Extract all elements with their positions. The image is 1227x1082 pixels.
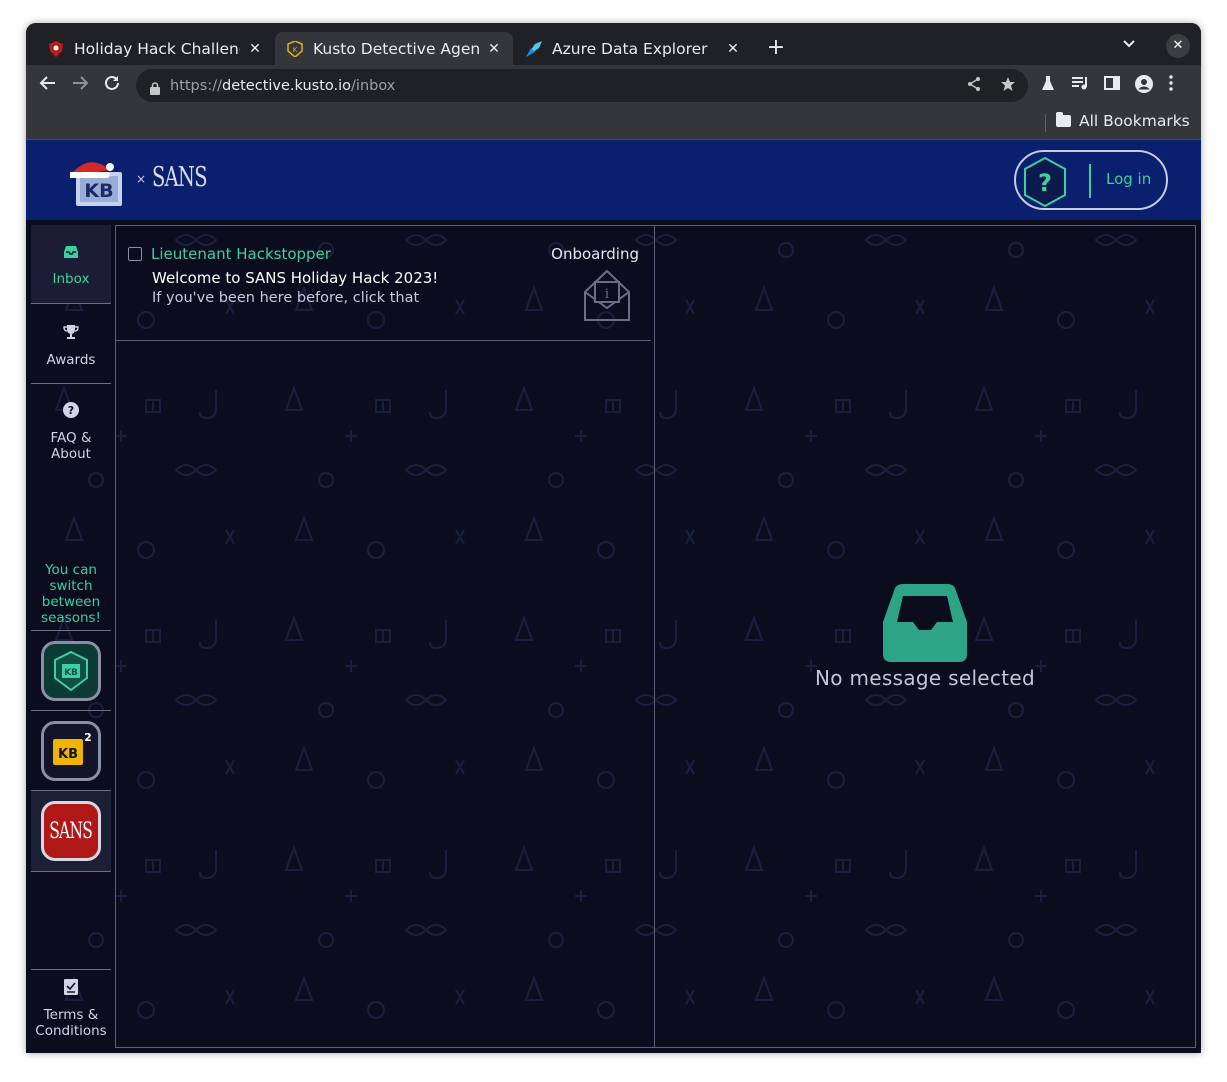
browser-toolbar: https://detective.kusto.io/inbox: [26, 65, 1201, 106]
more-menu-icon[interactable]: [1168, 75, 1174, 97]
folder-icon: [1056, 112, 1071, 127]
tab-title: Kusto Detective Agency: [313, 39, 479, 58]
sidebar-item-label: Inbox: [52, 271, 90, 287]
azure-data-explorer-favicon-icon: [526, 40, 542, 57]
share-icon[interactable]: [966, 76, 982, 96]
all-bookmarks-button[interactable]: All Bookmarks: [1056, 112, 1190, 130]
sidebar-divider: [31, 630, 111, 631]
empty-state: No message selected: [655, 584, 1195, 690]
tab-kusto[interactable]: K Kusto Detective Agency ✕: [275, 32, 513, 65]
page-content: KB × SANS ? Log in Inbox Awards ? FAQ & …: [26, 140, 1201, 1053]
bookmarks-separator: [1045, 114, 1046, 132]
address-bar[interactable]: https://detective.kusto.io/inbox: [136, 69, 1028, 102]
help-button[interactable]: ?: [1021, 156, 1069, 208]
terms-label-line2: Conditions: [35, 1023, 107, 1039]
message-folder-tag: Onboarding: [551, 245, 639, 263]
close-tab-icon[interactable]: ✕: [485, 41, 503, 57]
season-2-badge-icon: KB 2: [53, 731, 92, 765]
tab-strip: Holiday Hack Challenge ✕ K Kusto Detecti…: [26, 23, 1201, 65]
season-sans-button[interactable]: SANS: [41, 801, 101, 861]
login-divider: [1089, 164, 1091, 198]
checklist-icon: [64, 979, 78, 999]
close-tab-icon[interactable]: ✕: [724, 41, 742, 57]
sidebar: Inbox Awards ? FAQ & About You can switc…: [31, 225, 111, 1053]
svg-text:2: 2: [84, 731, 92, 744]
close-tab-icon[interactable]: ✕: [246, 41, 264, 57]
url-text: https://detective.kusto.io/inbox: [170, 77, 396, 94]
season-2-button[interactable]: KB 2: [41, 721, 101, 781]
side-panel-icon[interactable]: [1104, 75, 1120, 97]
login-button[interactable]: Log in: [1106, 170, 1151, 188]
inbox-tray-icon: [881, 584, 969, 662]
labs-flask-icon[interactable]: [1040, 75, 1056, 97]
inbox-icon: [63, 245, 79, 263]
forward-arrow-icon[interactable]: [68, 74, 92, 97]
sidebar-item-label: Awards: [46, 352, 96, 368]
message-subject: Welcome to SANS Holiday Hack 2023!: [152, 269, 439, 287]
open-envelope-info-icon: i: [582, 268, 632, 321]
sidebar-divider: [31, 969, 111, 970]
sidebar-divider: [31, 871, 111, 872]
sidebar-item-label-line2: About: [51, 446, 91, 462]
no-message-text: No message selected: [815, 666, 1035, 690]
svg-text:?: ?: [68, 404, 74, 417]
list-item[interactable]: Lieutenant Hackstopper Onboarding Welcom…: [116, 226, 651, 341]
all-bookmarks-label: All Bookmarks: [1079, 112, 1190, 130]
login-pill: ? Log in: [1014, 150, 1168, 210]
site-header: KB × SANS ? Log in: [26, 140, 1201, 220]
bookmarks-bar: All Bookmarks: [26, 106, 1201, 140]
tab-search-chevron-icon[interactable]: [1122, 37, 1136, 53]
question-mark-icon: ?: [1038, 169, 1052, 197]
message-list-panel: Lieutenant Hackstopper Onboarding Welcom…: [115, 225, 655, 1048]
sans-logo: SANS: [152, 162, 208, 193]
tab-title: Azure Data Explorer: [552, 39, 708, 58]
terms-label-line1: Terms &: [43, 1007, 99, 1023]
bookmark-star-icon[interactable]: [1000, 76, 1016, 96]
tab-azure-data-explorer[interactable]: Azure Data Explorer ✕: [514, 32, 752, 65]
sidebar-item-label-line1: FAQ &: [50, 430, 92, 446]
sidebar-divider: [31, 710, 111, 711]
back-arrow-icon[interactable]: [36, 74, 60, 97]
new-tab-button[interactable]: +: [764, 35, 788, 60]
kusto-badge-favicon-icon: K: [287, 40, 303, 57]
browser-window: Holiday Hack Challenge ✕ K Kusto Detecti…: [26, 23, 1201, 1053]
message-checkbox[interactable]: [128, 247, 142, 261]
message-view-panel: No message selected: [655, 225, 1196, 1048]
svg-text:K: K: [293, 46, 298, 54]
help-circle-icon: ?: [63, 402, 79, 422]
message-sender: Lieutenant Hackstopper: [151, 245, 331, 263]
sidebar-item-faq-about[interactable]: ? FAQ & About: [31, 384, 111, 474]
season-switch-note: You can switch between seasons!: [41, 562, 101, 626]
window-close-button[interactable]: ✕: [1166, 34, 1190, 58]
svg-text:i: i: [605, 287, 609, 302]
svg-text:KB: KB: [84, 180, 113, 202]
svg-text:KB: KB: [58, 747, 78, 762]
sidebar-item-inbox[interactable]: Inbox: [31, 225, 111, 303]
sidebar-item-awards[interactable]: Awards: [31, 304, 111, 383]
profile-avatar-icon[interactable]: [1135, 75, 1153, 97]
tab-holiday-hack[interactable]: Holiday Hack Challenge ✕: [36, 32, 274, 65]
tab-title: Holiday Hack Challenge: [74, 39, 240, 58]
season-1-button[interactable]: KB: [41, 641, 101, 701]
season-1-badge-icon: KB: [54, 650, 88, 692]
logo-times-sign: ×: [136, 172, 147, 186]
reading-list-icon[interactable]: [1071, 75, 1089, 97]
sidebar-item-terms[interactable]: Terms & Conditions: [31, 979, 111, 1053]
svg-text:KB: KB: [64, 668, 78, 678]
trophy-icon: [63, 324, 79, 344]
reload-icon[interactable]: [100, 74, 124, 97]
message-preview: If you've been here before, click that: [152, 290, 420, 306]
shield-favicon-icon: [48, 40, 64, 57]
season-sans-label: SANS: [49, 818, 94, 844]
lock-icon: [150, 80, 160, 95]
kusto-detective-logo[interactable]: KB: [68, 162, 126, 206]
